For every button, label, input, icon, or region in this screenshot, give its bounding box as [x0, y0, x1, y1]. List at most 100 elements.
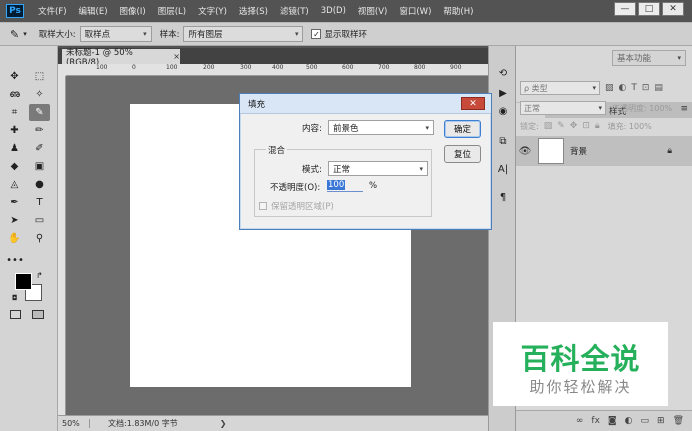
- more-tools-icon[interactable]: •••: [4, 252, 26, 269]
- adjustment-layer-icon[interactable]: ◐: [625, 416, 633, 426]
- filter-pixel-icon[interactable]: ▨: [605, 83, 614, 93]
- clone-source-panel-icon[interactable]: ⧉: [496, 134, 510, 148]
- layer-row[interactable]: 👁︎ 背景 🔒︎: [516, 136, 692, 166]
- swap-colors-icon[interactable]: ↱: [36, 271, 43, 280]
- menu-layer[interactable]: 图层(L): [152, 5, 192, 17]
- filter-adjustment-icon[interactable]: ◐: [619, 83, 627, 93]
- mode-label: 模式:: [302, 165, 322, 175]
- opacity-input[interactable]: 100: [327, 179, 363, 192]
- lock-all-icon[interactable]: 🔒︎: [595, 121, 600, 131]
- marquee-tool-icon[interactable]: ⬚: [29, 68, 50, 85]
- shape-tool-icon[interactable]: ▭: [29, 212, 50, 229]
- healing-brush-tool-icon[interactable]: ✚: [4, 122, 25, 139]
- content-select[interactable]: 前景色 ▾: [328, 120, 434, 135]
- tool-preset-caret-icon[interactable]: ▾: [23, 30, 27, 38]
- foreground-color-swatch[interactable]: [15, 273, 32, 290]
- group-icon[interactable]: ▭: [641, 416, 650, 426]
- menu-filter[interactable]: 滤镜(T): [274, 5, 315, 17]
- default-colors-icon[interactable]: ◘: [12, 294, 18, 302]
- lasso-tool-icon[interactable]: ഌ: [4, 86, 25, 103]
- menu-window[interactable]: 窗口(W): [393, 5, 437, 17]
- actions-panel-icon[interactable]: ▶: [496, 86, 510, 100]
- filter-type-icon[interactable]: T: [631, 83, 637, 93]
- fill-label[interactable]: 填充: 100%: [608, 121, 652, 132]
- sample-size-select[interactable]: 取样点 ▾: [79, 26, 152, 42]
- menu-3d[interactable]: 3D(D): [315, 6, 352, 16]
- trash-icon[interactable]: 🗑︎: [673, 416, 684, 426]
- layer-name[interactable]: 背景: [570, 145, 587, 157]
- character-panel-icon[interactable]: A|: [496, 162, 510, 176]
- blend-mode-select[interactable]: 正常 ▾: [520, 101, 606, 115]
- ruler-corner[interactable]: [58, 64, 66, 76]
- reset-button[interactable]: 复位: [444, 145, 481, 163]
- hand-tool-icon[interactable]: ✋: [4, 230, 25, 247]
- menu-image[interactable]: 图像(I): [114, 5, 152, 17]
- type-tool-icon[interactable]: T: [29, 194, 50, 211]
- magic-wand-tool-icon[interactable]: ✧: [29, 86, 50, 103]
- window-controls: — □ ✕: [612, 2, 684, 16]
- layer-style-icon[interactable]: fx: [591, 416, 600, 426]
- opacity-unit: %: [369, 181, 378, 191]
- close-icon[interactable]: ×: [173, 52, 180, 61]
- content-label: 内容:: [302, 124, 322, 134]
- preserve-transparency-label: 保留透明区域(P): [271, 202, 334, 212]
- dodge-tool-icon[interactable]: ●: [29, 176, 50, 193]
- sample-select[interactable]: 所有图层 ▾: [183, 26, 304, 42]
- show-ring-checkbox[interactable]: ✓: [311, 29, 322, 39]
- history-panel-icon[interactable]: ⟲: [496, 66, 510, 80]
- menu-select[interactable]: 选择(S): [233, 5, 274, 17]
- eraser-tool-icon[interactable]: ◆: [4, 158, 25, 175]
- eyedropper-tool-icon[interactable]: ✎: [29, 104, 50, 121]
- chevron-right-icon[interactable]: ❯: [220, 419, 227, 428]
- gradient-tool-icon[interactable]: ▣: [29, 158, 50, 175]
- layers-footer: ∞ fx ◙ ◐ ▭ ⊞ 🗑︎: [516, 410, 692, 431]
- brush-tool-icon[interactable]: ✏: [29, 122, 50, 139]
- paragraph-panel-icon[interactable]: ¶: [496, 190, 510, 204]
- layer-mask-icon[interactable]: ◙: [608, 416, 617, 426]
- menu-file[interactable]: 文件(F): [32, 5, 73, 17]
- sample-label: 样本:: [159, 30, 180, 40]
- minimize-button[interactable]: —: [614, 2, 636, 16]
- menu-edit[interactable]: 编辑(E): [73, 5, 114, 17]
- blur-tool-icon[interactable]: ◬: [4, 176, 25, 193]
- close-window-button[interactable]: ✕: [662, 2, 684, 16]
- horizontal-ruler[interactable]: 100 0 100 200 300 400 500 600 700 800 90…: [66, 64, 488, 76]
- zoom-tool-icon[interactable]: ⚲: [29, 230, 50, 247]
- quick-mask-icon[interactable]: [10, 310, 21, 319]
- path-selection-tool-icon[interactable]: ➤: [4, 212, 25, 229]
- pen-tool-icon[interactable]: ✒: [4, 194, 25, 211]
- new-layer-icon[interactable]: ⊞: [657, 416, 665, 426]
- zoom-level[interactable]: 50%: [58, 419, 90, 428]
- preserve-transparency-checkbox[interactable]: [259, 202, 267, 210]
- mode-select[interactable]: 正常 ▾: [328, 161, 428, 176]
- document-tab[interactable]: 未标题-1 @ 50%(RGB/8) ×: [62, 48, 180, 68]
- menu-view[interactable]: 视图(V): [352, 5, 393, 17]
- menu-type[interactable]: 文字(Y): [192, 5, 233, 17]
- eyedropper-tool-icon[interactable]: ✎: [10, 28, 19, 41]
- lock-position-icon[interactable]: ✥: [570, 121, 578, 131]
- properties-panel-icon[interactable]: ◉: [496, 104, 510, 118]
- menu-help[interactable]: 帮助(H): [437, 5, 479, 17]
- link-layers-icon[interactable]: ∞: [576, 416, 584, 426]
- clone-stamp-tool-icon[interactable]: ♟: [4, 140, 25, 157]
- crop-tool-icon[interactable]: ⌗: [4, 104, 25, 121]
- preserve-transparency-option[interactable]: 保留透明区域(P): [259, 200, 334, 212]
- lock-transparency-icon[interactable]: ▨: [544, 121, 553, 131]
- eye-icon[interactable]: 👁︎: [516, 146, 534, 157]
- move-tool-icon[interactable]: ✥: [4, 68, 25, 85]
- lock-artboard-icon[interactable]: ⊡: [582, 121, 590, 131]
- workspace-select[interactable]: 基本功能 ▾: [612, 50, 686, 66]
- vertical-ruler[interactable]: [58, 76, 66, 415]
- lock-image-icon[interactable]: ✎: [557, 121, 565, 131]
- dialog-titlebar[interactable]: 填充: [240, 94, 491, 114]
- screen-mode-icon[interactable]: [32, 310, 44, 319]
- dialog-close-button[interactable]: ✕: [461, 97, 485, 110]
- layer-filter-select[interactable]: ρ 类型 ▾: [520, 81, 600, 95]
- history-brush-tool-icon[interactable]: ✐: [29, 140, 50, 157]
- watermark-subtitle: 助你轻松解决: [529, 378, 632, 396]
- ok-button[interactable]: 确定: [444, 120, 481, 138]
- filter-shape-icon[interactable]: ⊡: [642, 83, 650, 93]
- filter-smart-object-icon[interactable]: ▤: [654, 83, 663, 93]
- layer-opacity-label[interactable]: 不透明度: 100%: [612, 103, 672, 114]
- maximize-button[interactable]: □: [638, 2, 660, 16]
